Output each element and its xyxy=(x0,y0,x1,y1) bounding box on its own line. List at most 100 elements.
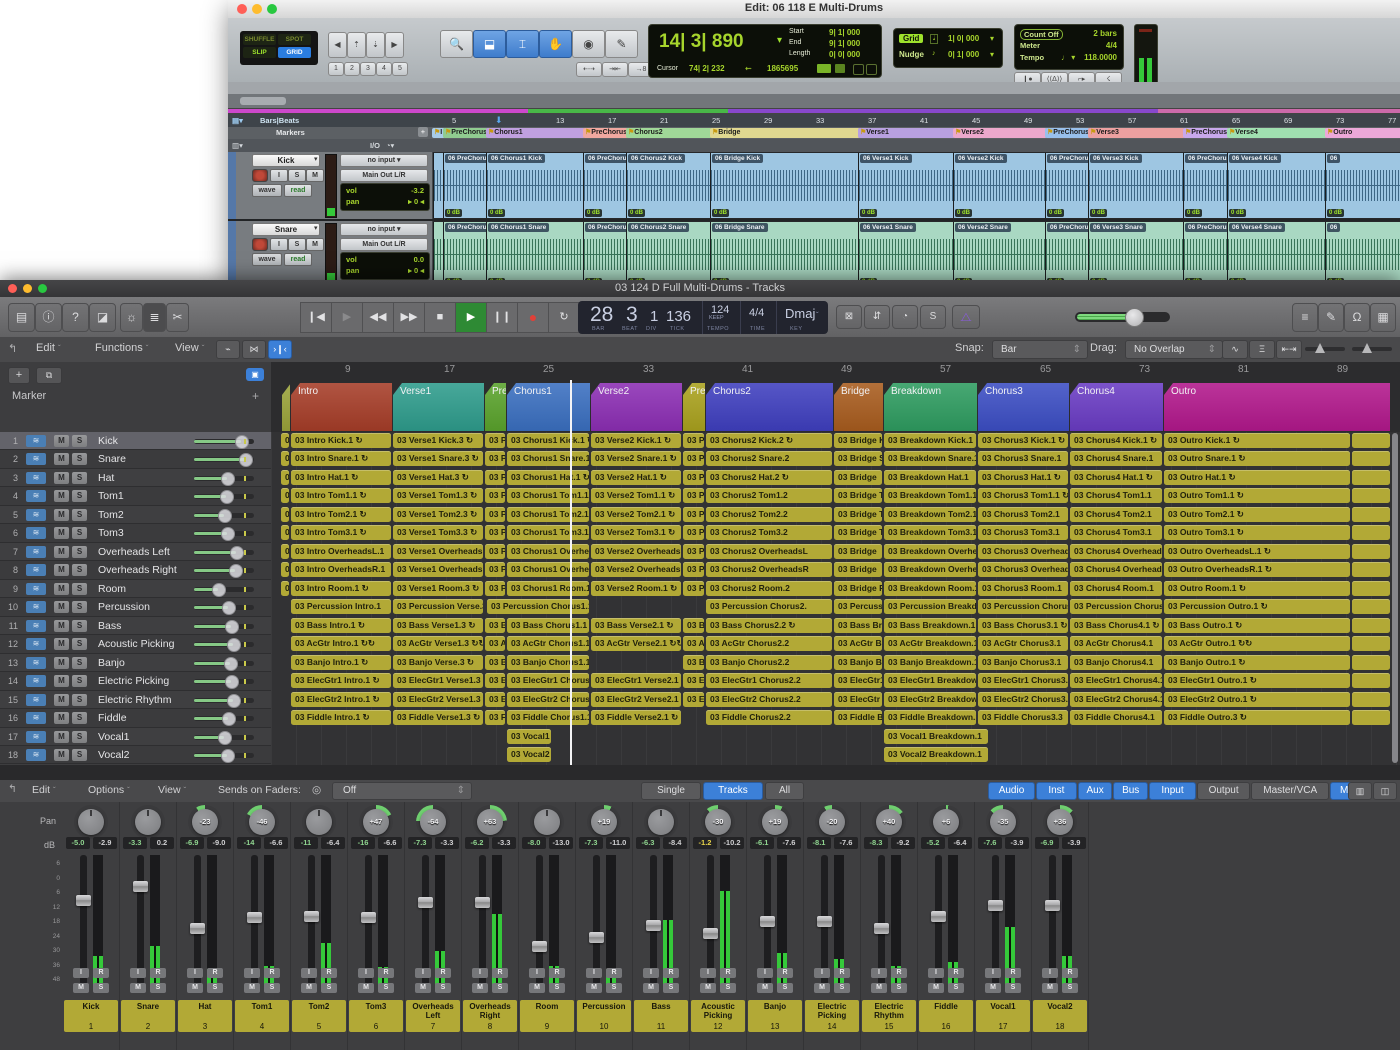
scroll-thumb[interactable] xyxy=(240,97,286,105)
marker-Verse3[interactable]: ⚑Verse3 xyxy=(1088,128,1185,138)
add-marker-icon[interactable]: + xyxy=(418,127,428,137)
region[interactable]: 03 Percussion Chorus2. xyxy=(706,599,832,614)
fader-cap[interactable] xyxy=(247,912,262,923)
region[interactable]: 03 Chorus2 OverheadsR xyxy=(706,562,832,577)
record-enable-button[interactable]: R xyxy=(264,968,280,978)
track-row-tom3[interactable]: 6≋MSTom3 xyxy=(0,524,271,542)
region[interactable]: 03 ElecGtr1 Outro.1 ↻ xyxy=(1164,673,1350,688)
editors-icon[interactable]: ✂ xyxy=(166,303,189,332)
mute-button[interactable]: M xyxy=(643,983,659,993)
zoom-slider[interactable] xyxy=(1305,347,1345,351)
pan-knob[interactable]: +36 xyxy=(1043,805,1077,839)
region[interactable]: 03 Fiddle Chorus2.2 xyxy=(706,710,832,725)
region[interactable]: 03 Chorus3 OverheadsR xyxy=(978,562,1068,577)
grid-note-icon[interactable]: 𝅘𝅥 xyxy=(930,34,938,44)
track-volume-slider[interactable] xyxy=(194,753,254,758)
solo-button[interactable]: S xyxy=(606,983,622,993)
track-volume-knob[interactable] xyxy=(221,749,235,763)
region[interactable]: 03 Outro Snare.1 ↻ xyxy=(1164,451,1350,466)
track-drag-icon[interactable]: ≋ xyxy=(26,546,46,558)
solo-button[interactable]: S xyxy=(378,983,394,993)
track-volume-knob[interactable] xyxy=(225,620,239,634)
region[interactable]: 03 Bass Chorus2.2 ↻ xyxy=(706,618,832,633)
region[interactable]: 03 P xyxy=(683,581,704,596)
region[interactable]: 03 Chorus1 OverheadsL xyxy=(507,544,589,559)
ruler-icon[interactable]: ▤▾ xyxy=(232,116,243,125)
region[interactable]: 03 Fiddle Verse2.1 ↻ xyxy=(591,710,681,725)
track-row-electric-rhythm[interactable]: 15≋MSElectric Rhythm xyxy=(0,691,271,709)
mute-button[interactable]: M xyxy=(54,509,69,521)
marker-Verse1[interactable]: ⚑Verse1 xyxy=(858,128,955,138)
edit-mini-button[interactable]: ⇥⇤ xyxy=(602,62,628,77)
mixer-menu-options[interactable]: Options ˇ xyxy=(88,784,130,796)
marker-PreChorus3[interactable]: ⚑PreChorus3 xyxy=(1045,128,1090,138)
input-monitor-button[interactable]: I xyxy=(814,968,830,978)
drag-select[interactable]: No Overlap ⇕ xyxy=(1125,340,1223,359)
audio-clip[interactable]: 06 Chorus1 Snare0 dB xyxy=(486,222,585,287)
nudge-label[interactable]: Nudge xyxy=(899,50,924,59)
add-marker-button[interactable]: + xyxy=(252,389,259,403)
track-volume-slider[interactable] xyxy=(194,531,254,536)
pan-knob[interactable] xyxy=(302,805,336,839)
region[interactable]: 03 Chorus4 Tom3.1 xyxy=(1070,525,1162,540)
track-drag-icon[interactable]: ≋ xyxy=(26,694,46,706)
audio-clip[interactable]: 06 Verse3 Snare0 dB xyxy=(1088,222,1185,287)
fader[interactable] xyxy=(593,855,600,985)
master-volume-slider[interactable] xyxy=(1075,312,1170,322)
solo-button[interactable]: S xyxy=(207,983,223,993)
channel-name-plate[interactable]: Tom25 xyxy=(292,1000,346,1032)
mute-button[interactable]: M xyxy=(54,546,69,558)
region[interactable]: 03 Banjo Chorus3.1 xyxy=(978,655,1068,670)
pause-icon[interactable]: ❙❙ xyxy=(486,302,518,333)
region[interactable]: 03 Chorus2 Tom1.2 xyxy=(706,488,832,503)
region[interactable]: 03 Vocal2 Breakdown.1 xyxy=(884,747,988,762)
back-icon[interactable]: ↰ xyxy=(8,342,17,355)
channel-name-plate[interactable]: Overheads Left7 xyxy=(406,1000,460,1032)
fader[interactable] xyxy=(137,855,144,985)
region[interactable]: 03 Chorus3 Tom3.1 xyxy=(978,525,1068,540)
fader-cap[interactable] xyxy=(190,923,205,934)
solo-button[interactable]: S xyxy=(72,620,87,632)
go-to-beginning-icon[interactable]: ❙◀ xyxy=(300,302,332,333)
region[interactable]: 03 Chorus1 Kick.1 ↻ xyxy=(507,433,589,448)
zoom-slider-handle[interactable] xyxy=(1315,343,1325,353)
section-chorus1[interactable]: Chorus1 xyxy=(507,383,590,431)
region[interactable]: 03 Breakdown Overhea xyxy=(884,544,976,559)
region[interactable]: 03 P xyxy=(485,544,505,559)
pan-knob[interactable]: +19 xyxy=(587,805,621,839)
region[interactable]: 03 Intro OverheadsL.1 xyxy=(291,544,391,559)
fader-cap[interactable] xyxy=(361,912,376,923)
counter-caret-icon[interactable]: ▾ xyxy=(777,35,782,46)
region[interactable] xyxy=(1352,618,1390,633)
region[interactable]: 03 P xyxy=(683,525,704,540)
note-pads-icon[interactable]: ✎ xyxy=(1318,303,1344,332)
region[interactable]: 03 Fi xyxy=(485,710,505,725)
pan-knob[interactable]: +47 xyxy=(359,805,393,839)
region[interactable]: 03 Intro Hat.1 ↻ xyxy=(291,470,391,485)
audio-clip[interactable]: 06 Verse4 Kick0 dB xyxy=(1227,153,1327,218)
channel-name-plate[interactable]: Tom14 xyxy=(235,1000,289,1032)
input-monitor-button[interactable]: I xyxy=(358,968,374,978)
marker-PreChorus2[interactable]: ⚑PreChorus2 xyxy=(583,128,628,138)
solo-button[interactable]: S xyxy=(948,983,964,993)
channel-name-plate[interactable]: Vocal117 xyxy=(976,1000,1030,1032)
track-drag-icon[interactable]: ≋ xyxy=(26,490,46,502)
grabber-tool-icon[interactable]: ✋ xyxy=(539,30,572,58)
wave-view-button[interactable]: wave xyxy=(252,184,282,197)
audio-clip[interactable]: 06 Chorus2 Snare0 dB xyxy=(626,222,712,287)
mute-button[interactable]: M xyxy=(187,983,203,993)
track-row-overheads-right[interactable]: 8≋MSOverheads Right xyxy=(0,561,271,579)
playhead[interactable] xyxy=(570,380,572,765)
bar-ruler[interactable]: 917253341495765738189 xyxy=(271,362,1400,381)
session-meter-label[interactable]: Meter xyxy=(1020,41,1040,50)
track-drag-icon[interactable]: ≋ xyxy=(26,472,46,484)
mute-button[interactable]: M xyxy=(700,983,716,993)
audio-clip[interactable]: 06 Chorus2 Kick0 dB xyxy=(626,153,712,218)
solo-mode-icon[interactable]: S xyxy=(920,305,946,329)
region[interactable]: 0 xyxy=(281,525,289,540)
track-name[interactable]: Room xyxy=(98,583,190,595)
region[interactable]: 03 Chorus3 OverheadsL xyxy=(978,544,1068,559)
audio-clip[interactable]: 060 dB xyxy=(1325,222,1400,287)
fader[interactable] xyxy=(365,855,372,985)
filter-master-vca[interactable]: Master/VCA xyxy=(1251,782,1329,800)
